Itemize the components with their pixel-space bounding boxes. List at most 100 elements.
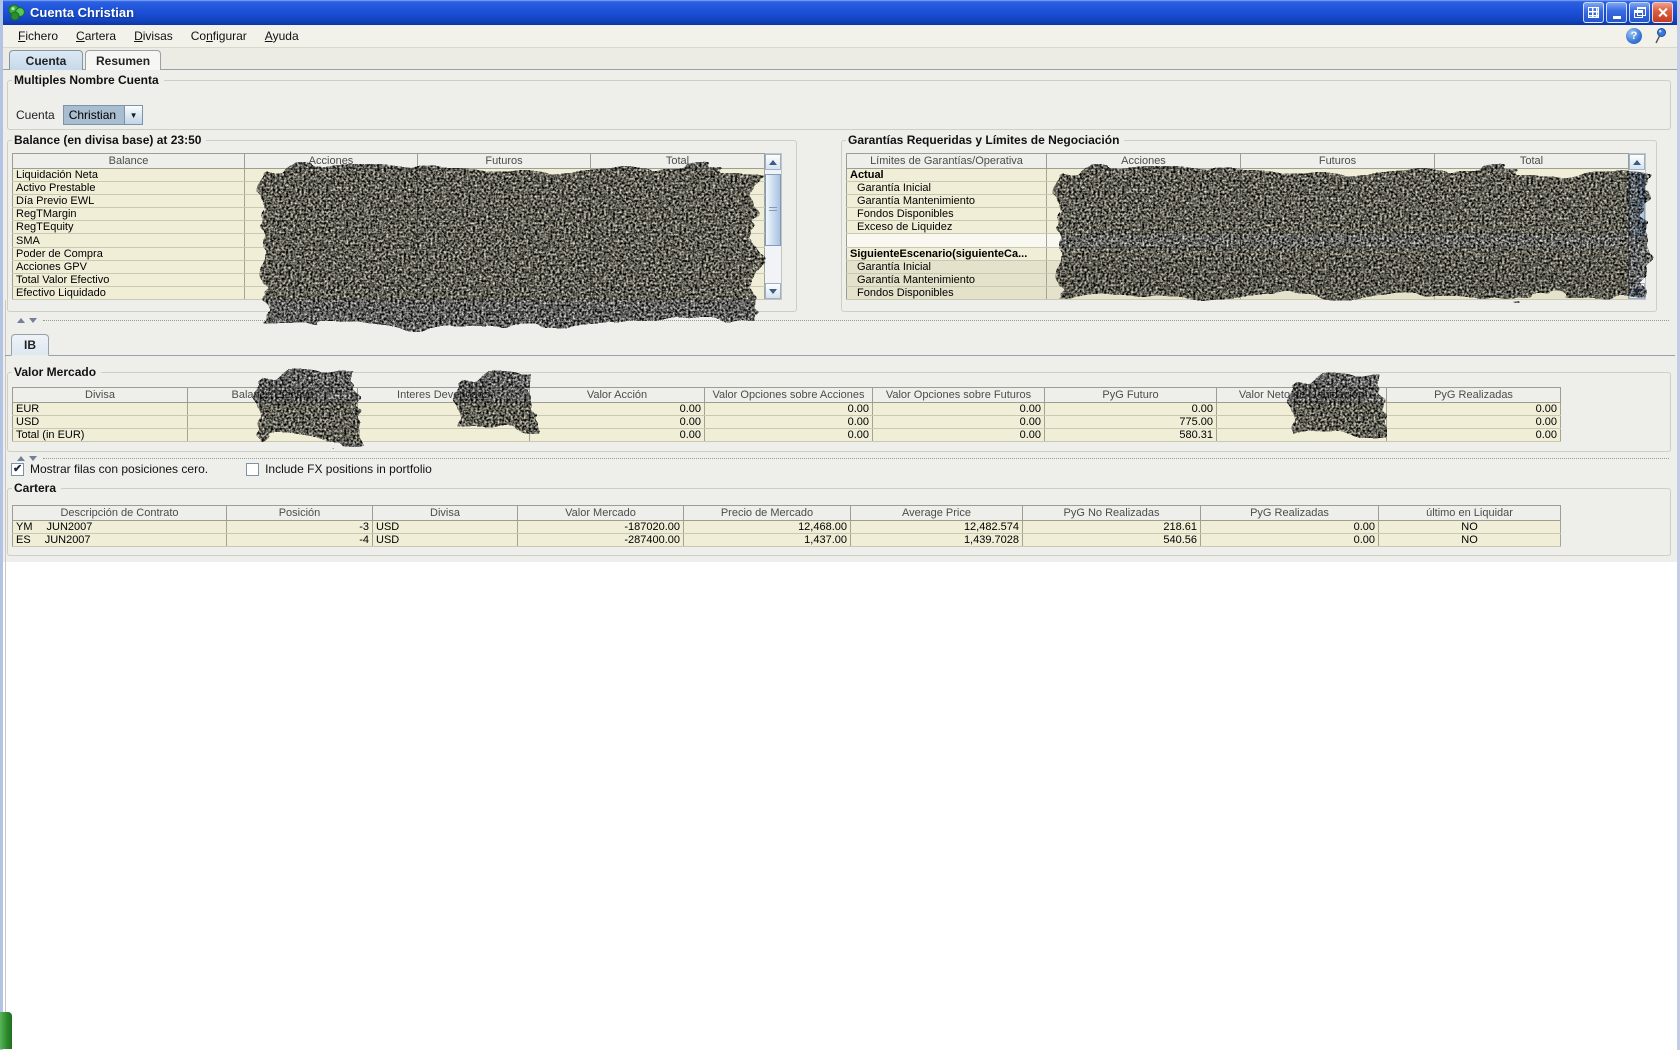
tab-resumen[interactable]: Resumen: [85, 50, 161, 70]
table-row[interactable]: Activo Prestable: [13, 182, 765, 195]
menu-item-ayuda[interactable]: Ayuda: [256, 26, 308, 46]
column-header[interactable]: Valor Opciones sobre Acciones: [705, 388, 873, 403]
menu-item-fichero[interactable]: Fichero: [9, 26, 67, 46]
column-header[interactable]: Valor Opciones sobre Futuros: [873, 388, 1045, 403]
splitter-up-icon[interactable]: [17, 318, 25, 323]
column-header[interactable]: Interes Devengado: [358, 388, 530, 403]
column-header[interactable]: Acciones: [1047, 154, 1241, 169]
margin-scrollbar[interactable]: [1629, 153, 1646, 300]
value-cell: 12,468.00: [684, 521, 851, 534]
menu-item-divisas[interactable]: Divisas: [125, 26, 182, 46]
menu-item-configurar[interactable]: Configurar: [182, 26, 256, 46]
column-header[interactable]: PyG No Realizadas: [1023, 506, 1201, 521]
scroll-down-button[interactable]: [765, 283, 781, 299]
grid-button[interactable]: [1583, 2, 1604, 23]
table-row[interactable]: Liquidación Neta: [13, 169, 765, 182]
row-label: Garantía Mantenimiento: [847, 195, 1047, 208]
maximize-button[interactable]: [1629, 2, 1650, 23]
show-zero-option[interactable]: Mostrar filas con posiciones cero.: [11, 462, 208, 476]
column-header[interactable]: Divisa: [13, 388, 188, 403]
table-row[interactable]: Total (in EUR)0.000.000.00580.310.00: [13, 429, 1561, 442]
tab-cuenta[interactable]: Cuenta: [9, 50, 83, 70]
scrollbar-track[interactable]: [1629, 170, 1645, 283]
menu-item-cartera[interactable]: Cartera: [67, 26, 125, 46]
scroll-up-button[interactable]: [1629, 154, 1645, 170]
column-header[interactable]: Valor Neto de Liquidación: [1217, 388, 1387, 403]
column-header[interactable]: Total: [1435, 154, 1629, 169]
help-icon[interactable]: ?: [1626, 28, 1642, 44]
column-header[interactable]: Posición: [227, 506, 373, 521]
pin-icon[interactable]: [1654, 28, 1667, 44]
balance-scrollbar[interactable]: [765, 153, 782, 300]
table-row[interactable]: Exceso de Liquidez: [847, 221, 1629, 234]
column-header[interactable]: Valor Acción: [530, 388, 705, 403]
scrollbar-thumb[interactable]: [765, 174, 781, 246]
redacted-cell: [245, 273, 418, 286]
table-row[interactable]: Actual: [847, 169, 1629, 182]
table-row[interactable]: RegTMargin: [13, 208, 765, 221]
column-header[interactable]: PyG Realizadas: [1387, 388, 1561, 403]
column-header[interactable]: Balance: [13, 154, 245, 169]
show-zero-checkbox[interactable]: [11, 463, 24, 476]
table-row[interactable]: Garantía Mantenimiento: [847, 195, 1629, 208]
table-row[interactable]: SiguienteEscenario(siguienteCa...: [847, 247, 1629, 260]
include-fx-checkbox[interactable]: [246, 463, 259, 476]
redacted-cell: [1217, 429, 1387, 442]
column-header[interactable]: Acciones: [245, 154, 418, 169]
table-row[interactable]: RegTEquity: [13, 221, 765, 234]
scroll-down-button[interactable]: [1629, 283, 1645, 299]
table-row[interactable]: Garantía Inicial: [847, 182, 1629, 195]
value-cell: 1,439.7028: [851, 534, 1023, 547]
scroll-up-button[interactable]: [765, 154, 781, 170]
redacted-cell: [1047, 169, 1241, 182]
grid-icon: [1588, 7, 1599, 18]
table-row[interactable]: USD0.000.000.00775.000.00: [13, 416, 1561, 429]
redacted-cell: [245, 182, 418, 195]
table-row[interactable]: [847, 234, 1629, 247]
column-header[interactable]: Límites de Garantías/Operativa: [847, 154, 1047, 169]
account-dropdown-button[interactable]: ▼: [124, 106, 142, 124]
close-button[interactable]: [1652, 2, 1673, 23]
table-row[interactable]: YMJUN2007-3USD-187020.0012,468.0012,482.…: [13, 521, 1561, 534]
column-header[interactable]: Descripción de Contrato: [13, 506, 227, 521]
account-selector[interactable]: Christian ▼: [63, 105, 143, 125]
table-row[interactable]: Garantía Mantenimiento: [847, 273, 1629, 286]
redacted-cell: [591, 260, 765, 273]
portfolio-table: Descripción de ContratoPosiciónDivisaVal…: [12, 505, 1561, 547]
table-row[interactable]: Fondos Disponibles: [847, 286, 1629, 299]
account-selected-value[interactable]: Christian: [64, 106, 124, 124]
tab-ib[interactable]: IB: [11, 334, 49, 356]
table-row[interactable]: Efectivo Liquidado: [13, 286, 765, 299]
column-header[interactable]: último en Liquidar: [1379, 506, 1561, 521]
table-row[interactable]: Poder de Compra: [13, 247, 765, 260]
table-row[interactable]: Acciones GPV: [13, 260, 765, 273]
splitter-down-icon[interactable]: [29, 456, 37, 461]
splitter-up-icon[interactable]: [17, 456, 25, 461]
scrollbar-thumb[interactable]: [1629, 174, 1645, 236]
table-row[interactable]: Fondos Disponibles: [847, 208, 1629, 221]
title-bar[interactable]: Cuenta Christian: [3, 0, 1677, 25]
table-row[interactable]: Total Valor Efectivo: [13, 273, 765, 286]
scrollbar-track[interactable]: [765, 170, 781, 283]
column-header[interactable]: Futuros: [1241, 154, 1435, 169]
table-row[interactable]: ESJUN2007-4USD-287400.001,437.001,439.70…: [13, 534, 1561, 547]
column-header[interactable]: PyG Realizadas: [1201, 506, 1379, 521]
column-header[interactable]: Valor Mercado: [518, 506, 684, 521]
column-header[interactable]: Average Price: [851, 506, 1023, 521]
table-row[interactable]: Día Previo EWL: [13, 195, 765, 208]
include-fx-option[interactable]: Include FX positions in portfolio: [246, 462, 432, 476]
table-row[interactable]: SMA: [13, 234, 765, 247]
table-row[interactable]: Garantía Inicial: [847, 260, 1629, 273]
row-label: SMA: [13, 234, 245, 247]
table-row[interactable]: EUR0.000.000.000.000.00: [13, 403, 1561, 416]
column-header[interactable]: Total: [591, 154, 765, 169]
start-button-sliver[interactable]: [0, 1012, 12, 1049]
minimize-button[interactable]: [1606, 2, 1627, 23]
column-header[interactable]: Futuros: [418, 154, 591, 169]
splitter-handle[interactable]: [7, 316, 1669, 325]
column-header[interactable]: Divisa: [373, 506, 518, 521]
column-header[interactable]: Balance Efectivo: [188, 388, 358, 403]
column-header[interactable]: PyG Futuro: [1045, 388, 1217, 403]
column-header[interactable]: Precio de Mercado: [684, 506, 851, 521]
splitter-down-icon[interactable]: [29, 318, 37, 323]
